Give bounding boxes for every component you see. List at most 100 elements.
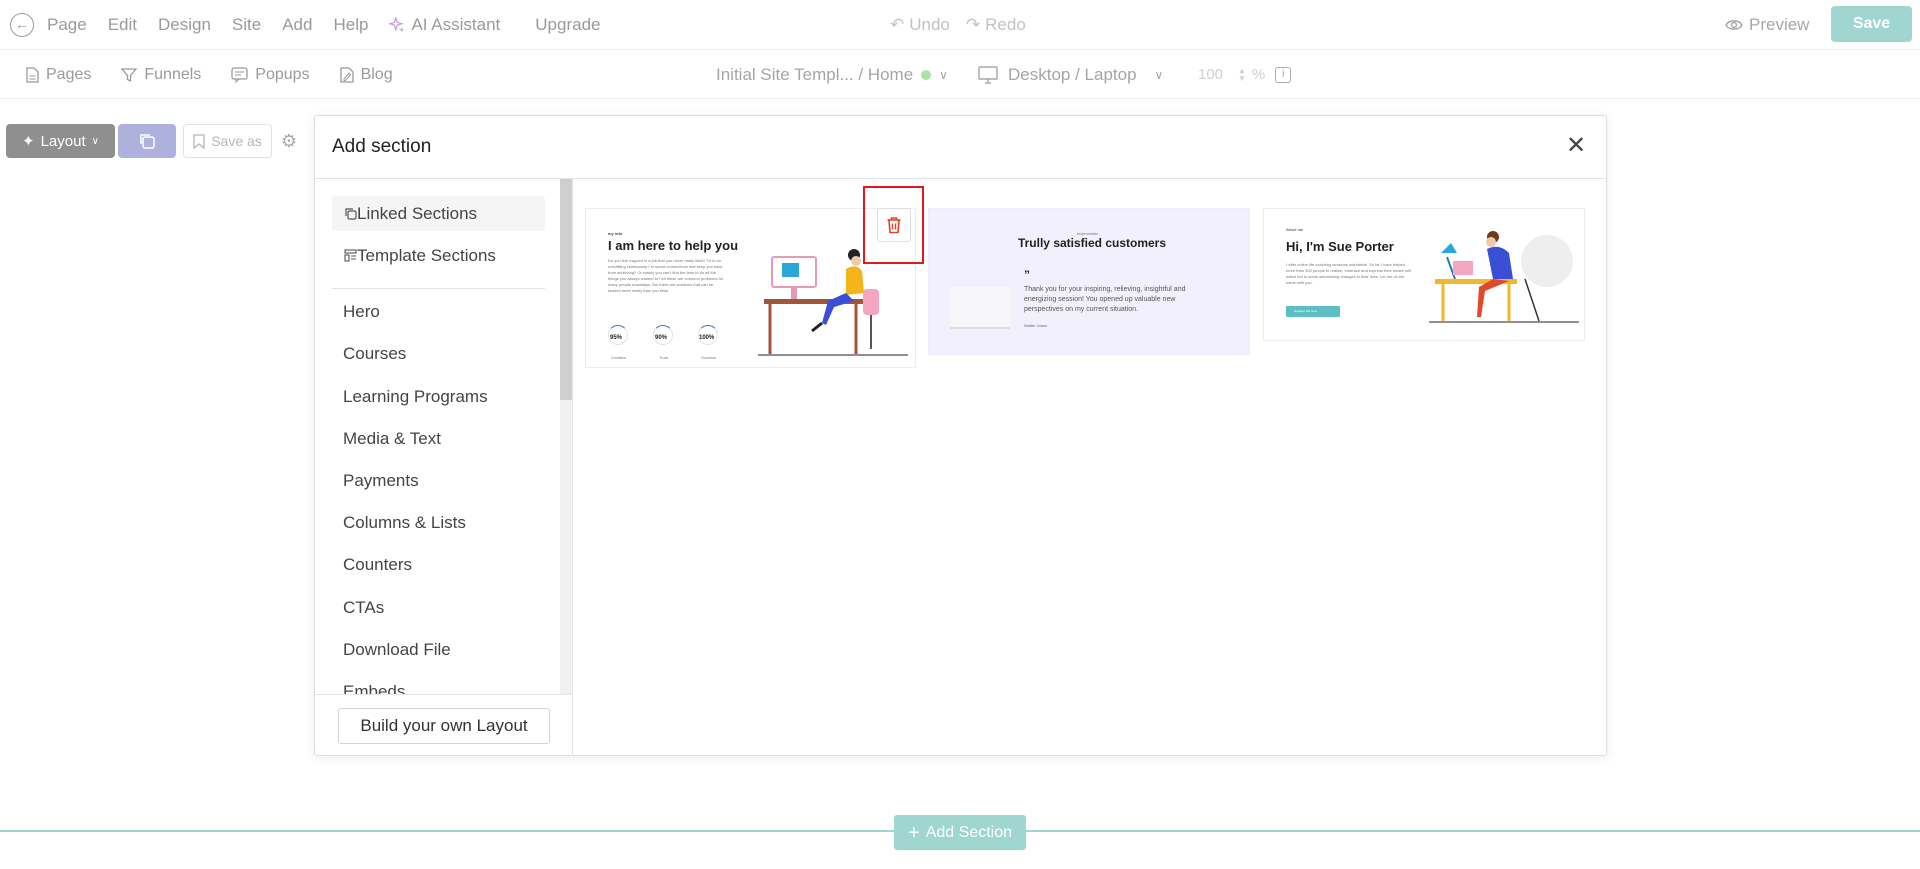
thumb-eyebrow: my info [608,231,623,236]
save-as-label: Save as [211,133,262,149]
man-at-desk-illustration [1429,231,1579,323]
save-as-button[interactable]: Save as [183,124,272,158]
section-toolbar: ✦ Layout ∨ Save as ⚙ [6,124,301,158]
undo-button[interactable]: ↶ Undo [890,15,950,35]
chevron-down-icon: ∨ [939,67,948,82]
stat-label: Success [701,355,717,360]
zoom-stepper-icon[interactable]: ▲ ▼ [1238,66,1246,83]
status-dot [921,69,932,80]
sidebar-item-payments[interactable]: Payments [343,471,419,491]
undo-redo-group: ↶ Undo ↷ Redo [890,0,1026,50]
add-section-button[interactable]: + Add Section [894,815,1026,850]
sidebar-item-hero[interactable]: Hero [343,302,380,322]
redo-icon: ↷ [965,15,981,34]
sidebar-item-courses[interactable]: Courses [343,344,406,364]
site-page-selector[interactable]: Initial Site Templ... / Home ∨ [716,50,948,99]
sidebar-item-counters[interactable]: Counters [343,555,412,575]
device-selector[interactable]: Desktop / Laptop ∨ [978,50,1163,99]
ai-assistant-label: AI Assistant [411,15,501,34]
sidebar-item-media-text[interactable]: Media & Text [343,429,441,449]
redo-label: Redo [985,15,1026,34]
copy-icon [140,134,155,149]
tab-funnels-label: Funnels [144,65,202,83]
menu-page[interactable]: Page [47,15,87,35]
tab-blog[interactable]: Blog [339,65,393,84]
zoom-unit: % [1251,66,1266,83]
undo-icon: ↶ [890,15,905,34]
tab-blog-label: Blog [360,65,393,83]
back-arrow-icon[interactable]: ← [10,13,34,37]
thumb-author: Walter Jones [1024,323,1048,328]
thumb-body: I offer online life coaching sessions wo… [1286,262,1412,285]
sparkle-icon [389,16,405,32]
template-sections-label: Template Sections [357,245,496,265]
thumb-title: Trully satisfied customers [1017,236,1167,250]
sidebar-item-template-sections[interactable]: Template Sections [332,238,545,273]
tab-pages-label: Pages [46,65,92,83]
undo-label: Undo [909,15,950,34]
section-thumbnail-testimonials[interactable]: testimonials Trully satisfied customers … [928,208,1250,355]
categories-list: Linked Sections Template Sections Hero C… [315,179,573,694]
site-page-label: Initial Site Templ... / Home [716,64,914,84]
secondary-toolbar: Pages Funnels Popups Blog Initial Site T… [0,50,1920,99]
menu-site[interactable]: Site [232,15,261,35]
sidebar-item-embeds[interactable]: Embeds [343,682,405,694]
woman-at-desk-illustration [758,249,908,356]
monitor-icon [978,65,998,84]
stat-label: Trust [659,355,668,360]
site-tabs: Pages Funnels Popups Blog [26,50,393,99]
thumb-body: Do you feel trapped in a job that you ne… [608,258,724,293]
page-icon [26,66,39,83]
save-button[interactable]: Save [1831,6,1912,42]
ai-assistant-button[interactable]: AI Assistant [389,15,500,35]
thumb-title: I am here to help you [608,238,739,253]
eye-icon [1725,20,1743,30]
section-categories-sidebar: Linked Sections Template Sections Hero C… [315,179,573,756]
info-icon[interactable]: i [1275,66,1292,83]
duplicate-button[interactable] [118,124,176,158]
tab-popups[interactable]: Popups [231,66,310,84]
thumb-quote: Thank you for your inspiring, relieving,… [1024,286,1186,313]
device-label: Desktop / Laptop [1008,64,1137,84]
plus-icon: + [908,821,920,844]
build-own-layout-button[interactable]: Build your own Layout [338,708,550,744]
close-icon[interactable]: ✕ [1564,134,1588,158]
preview-label: Preview [1749,15,1810,34]
linked-copy-icon [345,208,357,220]
main-menu: Page Edit Design Site Add Help AI Assist… [47,0,621,50]
sidebar-scrollbar[interactable] [560,179,572,694]
stat-value: 90% [655,335,668,341]
tab-pages[interactable]: Pages [26,66,91,84]
gear-icon[interactable]: ⚙ [277,124,301,158]
scrollbar-thumb[interactable] [560,179,572,400]
preview-button[interactable]: Preview [1725,0,1809,50]
top-menu-bar: ← Page Edit Design Site Add Help AI Assi… [0,0,1920,50]
add-section-label: Add Section [925,823,1012,841]
section-thumbnail-about-me[interactable]: About me Hi, I'm Sue Porter I offer onli… [1263,208,1585,341]
blog-icon [339,66,354,83]
menu-design[interactable]: Design [158,15,211,35]
thumb-title: Hi, I'm Sue Porter [1286,239,1394,254]
upgrade-link[interactable]: Upgrade [535,15,600,35]
zoom-control: 100 ▲ ▼ % i [1198,50,1292,99]
sidebar-item-download-file[interactable]: Download File [343,640,451,660]
delete-section-button[interactable] [877,208,911,242]
redo-button[interactable]: ↷ Redo [966,15,1026,35]
sidebar-divider [332,288,545,289]
sidebar-item-linked-sections[interactable]: Linked Sections [332,196,545,231]
chevron-down-icon: ∨ [1154,67,1164,82]
zoom-input[interactable]: 100 [1198,66,1232,83]
sidebar-item-learning-programs[interactable]: Learning Programs [343,387,488,407]
menu-edit[interactable]: Edit [108,15,137,35]
sidebar-item-columns-lists[interactable]: Columns & Lists [343,513,466,533]
layout-label: Layout [40,132,86,150]
section-thumbnails-grid: my info I am here to help you Do you fee… [573,179,1606,756]
layout-button[interactable]: ✦ Layout ∨ [6,124,115,158]
tab-funnels[interactable]: Funnels [121,66,201,84]
bookmark-icon [193,133,205,149]
menu-help[interactable]: Help [333,15,368,35]
menu-add[interactable]: Add [282,15,312,35]
magic-wand-icon: ✦ [22,133,35,150]
modal-header: Add section ✕ [315,116,1606,179]
sidebar-item-ctas[interactable]: CTAs [343,598,384,618]
